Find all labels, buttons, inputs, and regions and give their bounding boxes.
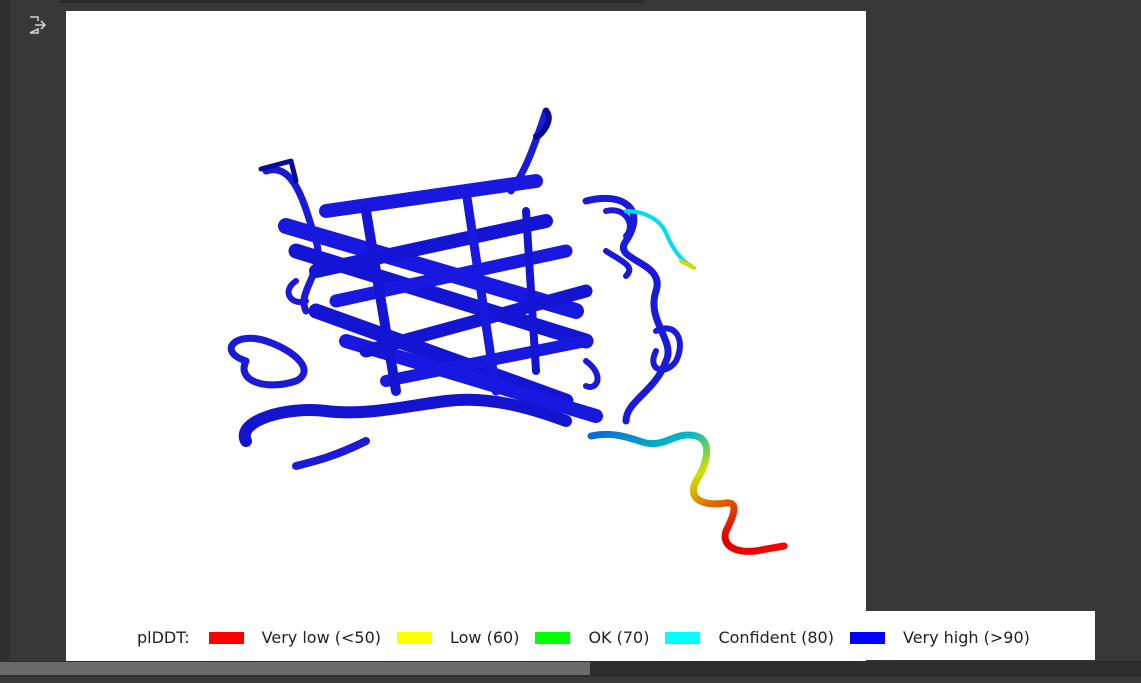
left-gutter <box>0 0 10 683</box>
protein-structure-viewer[interactable] <box>66 11 866 661</box>
legend-entry: Very high (>90) <box>849 628 1030 647</box>
legend-title: plDDT: <box>137 628 190 647</box>
legend-swatch <box>397 631 432 644</box>
legend-swatch <box>665 631 701 644</box>
legend-swatch <box>535 631 571 644</box>
legend-label: Confident (80) <box>718 628 834 647</box>
legend-label: Low (60) <box>450 628 520 647</box>
legend-entry: Low (60) <box>397 628 519 647</box>
legend-label: Very high (>90) <box>902 628 1030 647</box>
legend-swatch <box>849 631 885 644</box>
plddt-legend: plDDT: Very low (<50) Low (60) OK (70) Conf… <box>66 611 1095 660</box>
legend-entry: Confident (80) <box>665 628 834 647</box>
horizontal-scrollbar-thumb[interactable] <box>0 662 590 675</box>
legend-label: OK (70) <box>588 628 650 647</box>
legend-entry: Very low (<50) <box>208 628 381 647</box>
top-strip <box>60 0 645 3</box>
legend-entry: OK (70) <box>535 628 649 647</box>
legend-swatch <box>208 631 244 644</box>
output-exit-icon[interactable] <box>26 14 48 36</box>
legend-label: Very low (<50) <box>261 628 381 647</box>
bottom-edge <box>0 677 1141 683</box>
beta-barrel <box>227 107 683 470</box>
